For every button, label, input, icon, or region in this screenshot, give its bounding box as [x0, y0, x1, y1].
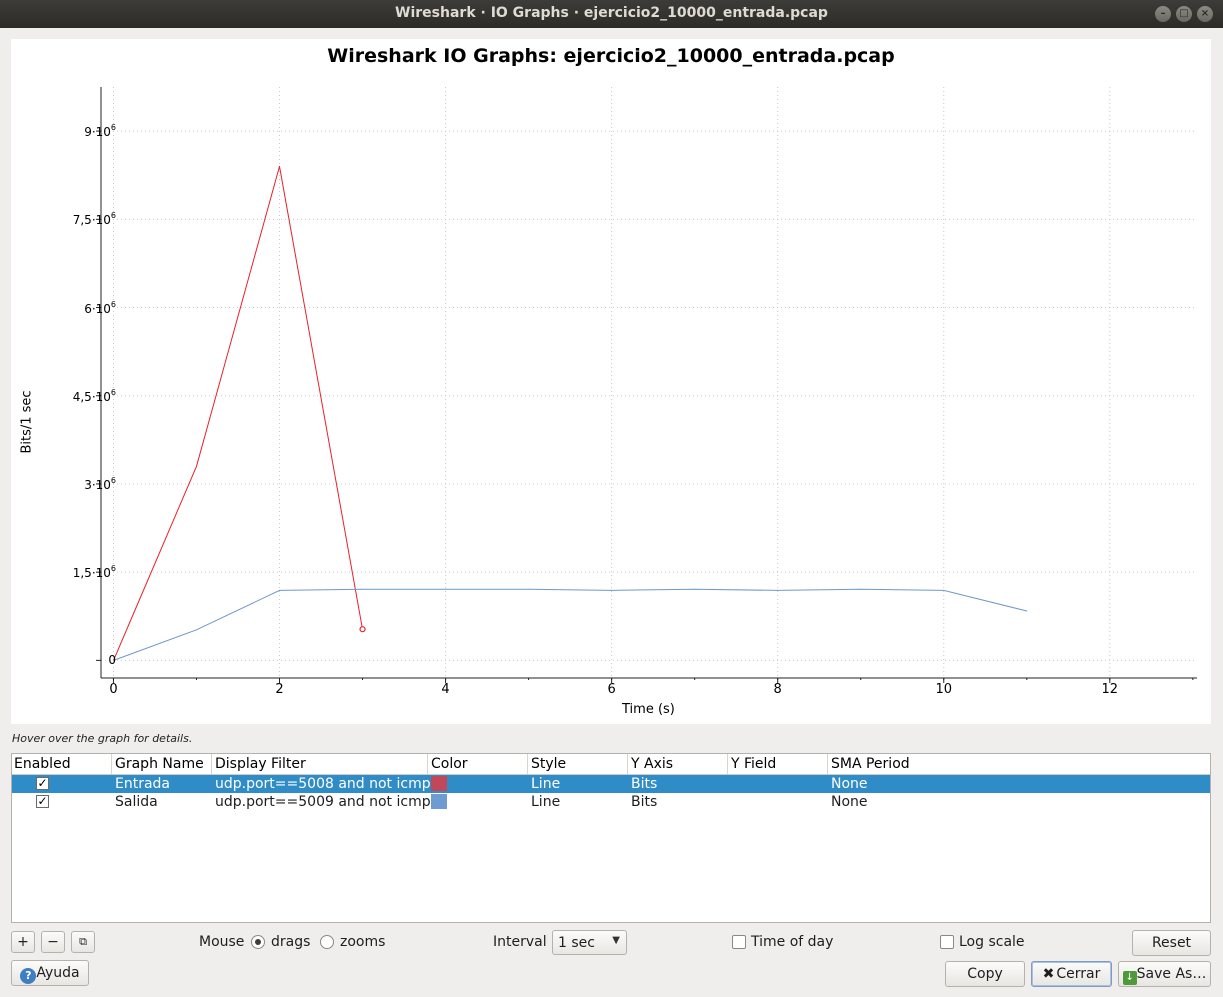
table-header: Enabled Graph Name Display Filter Color …: [12, 754, 1210, 775]
x-tick-label: 4: [441, 682, 450, 697]
copy-graph-button[interactable]: ⧉: [71, 931, 95, 953]
y-tick-label: 4,5·106: [72, 387, 116, 404]
add-graph-button[interactable]: +: [11, 931, 35, 953]
chart-canvas[interactable]: [11, 39, 1211, 724]
column-header-display-filter[interactable]: Display Filter: [215, 756, 306, 772]
x-tick-label: 12: [1101, 682, 1119, 697]
x-tick-label: 10: [935, 682, 953, 697]
remove-graph-button[interactable]: −: [41, 931, 65, 953]
data-point: [279, 589, 281, 591]
help-button[interactable]: ? Ayuda: [11, 960, 89, 986]
display-filter-cell[interactable]: udp.port==5009 and not icmp: [215, 794, 431, 810]
copy-button[interactable]: Copy: [945, 961, 1025, 987]
y-axis-cell[interactable]: Bits: [631, 794, 657, 810]
data-point: [528, 588, 530, 590]
close-label: Cerrar: [1056, 966, 1101, 982]
display-filter-cell[interactable]: udp.port==5008 and not icmp: [215, 776, 431, 792]
help-icon: ?: [20, 968, 37, 984]
graph-table[interactable]: Enabled Graph Name Display Filter Color …: [11, 753, 1211, 923]
time-of-day-label[interactable]: Time of day: [751, 934, 833, 950]
y-tick-label: 1,5·106: [72, 564, 116, 581]
column-header-y-axis[interactable]: Y Axis: [631, 756, 673, 772]
time-of-day-checkbox[interactable]: [732, 935, 746, 949]
data-point: [362, 588, 364, 590]
log-scale-label[interactable]: Log scale: [959, 934, 1025, 950]
reset-button[interactable]: Reset: [1132, 930, 1211, 956]
minimize-icon[interactable]: –: [1155, 6, 1171, 22]
window-title: Wireshark · IO Graphs · ejercicio2_10000…: [395, 5, 828, 21]
x-tick-label: 6: [607, 682, 616, 697]
enabled-checkbox[interactable]: ✓: [36, 777, 49, 790]
style-cell[interactable]: Line: [531, 794, 560, 810]
column-header-color[interactable]: Color: [431, 756, 468, 772]
color-swatch[interactable]: [431, 794, 447, 809]
y-axis-cell[interactable]: Bits: [631, 776, 657, 792]
drags-label[interactable]: drags: [271, 934, 310, 950]
chevron-down-icon: ▼: [612, 935, 620, 946]
data-point: [195, 465, 197, 467]
maximize-icon[interactable]: □: [1176, 6, 1192, 22]
interval-label: Interval: [493, 934, 547, 950]
data-point: [195, 629, 197, 631]
sma-period-cell[interactable]: None: [831, 794, 868, 810]
column-header-enabled[interactable]: Enabled: [14, 756, 71, 772]
sma-period-cell[interactable]: None: [831, 776, 868, 792]
y-tick-label: 9·106: [84, 123, 116, 140]
series-line-entrada: [113, 166, 363, 661]
data-point: [445, 588, 447, 590]
data-point: [943, 589, 945, 591]
table-row[interactable]: ✓ Entrada udp.port==5008 and not icmp Li…: [12, 775, 1210, 793]
help-label: Ayuda: [36, 965, 80, 981]
data-point: [777, 589, 779, 591]
interval-value: 1 sec: [558, 935, 595, 951]
column-header-style[interactable]: Style: [531, 756, 566, 772]
hover-hint: Hover over the graph for details.: [12, 732, 193, 745]
save-icon: ↓: [1122, 971, 1137, 985]
x-tick-label: 0: [109, 682, 118, 697]
selected-point-marker: [359, 626, 366, 633]
style-cell[interactable]: Line: [531, 776, 560, 792]
x-axis-label: Time (s): [622, 702, 675, 717]
save-as-label: Save As…: [1136, 966, 1207, 982]
save-as-button[interactable]: ↓ Save As…: [1118, 961, 1211, 987]
series-line-salida: [113, 588, 1027, 661]
column-header-sma-period[interactable]: SMA Period: [831, 756, 910, 772]
close-x-icon: ✖: [1042, 966, 1055, 982]
y-axis-label: Bits/1 sec: [19, 390, 35, 454]
column-header-graph-name[interactable]: Graph Name: [115, 756, 204, 772]
color-swatch[interactable]: [431, 776, 447, 791]
column-header-y-field[interactable]: Y Field: [731, 756, 776, 772]
data-point: [611, 589, 613, 591]
close-button[interactable]: ✖ Cerrar: [1031, 961, 1112, 987]
data-point: [860, 588, 862, 590]
x-tick-label: 2: [275, 682, 284, 697]
graph-name-cell[interactable]: Entrada: [115, 776, 170, 792]
graph-name-cell[interactable]: Salida: [115, 794, 158, 810]
close-icon[interactable]: ×: [1197, 6, 1213, 22]
y-tick-label: 6·106: [84, 299, 116, 316]
data-point: [279, 165, 281, 167]
y-tick-label: 3·106: [84, 475, 116, 492]
zooms-label[interactable]: zooms: [340, 934, 385, 950]
data-point: [1026, 610, 1028, 612]
y-tick-label: 0: [108, 653, 116, 668]
data-point: [694, 588, 696, 590]
interval-select[interactable]: 1 sec ▼: [552, 930, 627, 955]
mouse-label: Mouse: [199, 934, 245, 950]
enabled-checkbox[interactable]: ✓: [36, 795, 49, 808]
zooms-radio[interactable]: [320, 935, 334, 949]
y-tick-label: 7,5·106: [72, 211, 116, 228]
window-titlebar: Wireshark · IO Graphs · ejercicio2_10000…: [0, 0, 1223, 28]
x-tick-label: 8: [773, 682, 782, 697]
io-graph-plot[interactable]: Wireshark IO Graphs: ejercicio2_10000_en…: [11, 39, 1211, 724]
log-scale-checkbox[interactable]: [940, 935, 954, 949]
drags-radio[interactable]: [251, 935, 265, 949]
table-row[interactable]: ✓ Salida udp.port==5009 and not icmp Lin…: [12, 793, 1210, 811]
